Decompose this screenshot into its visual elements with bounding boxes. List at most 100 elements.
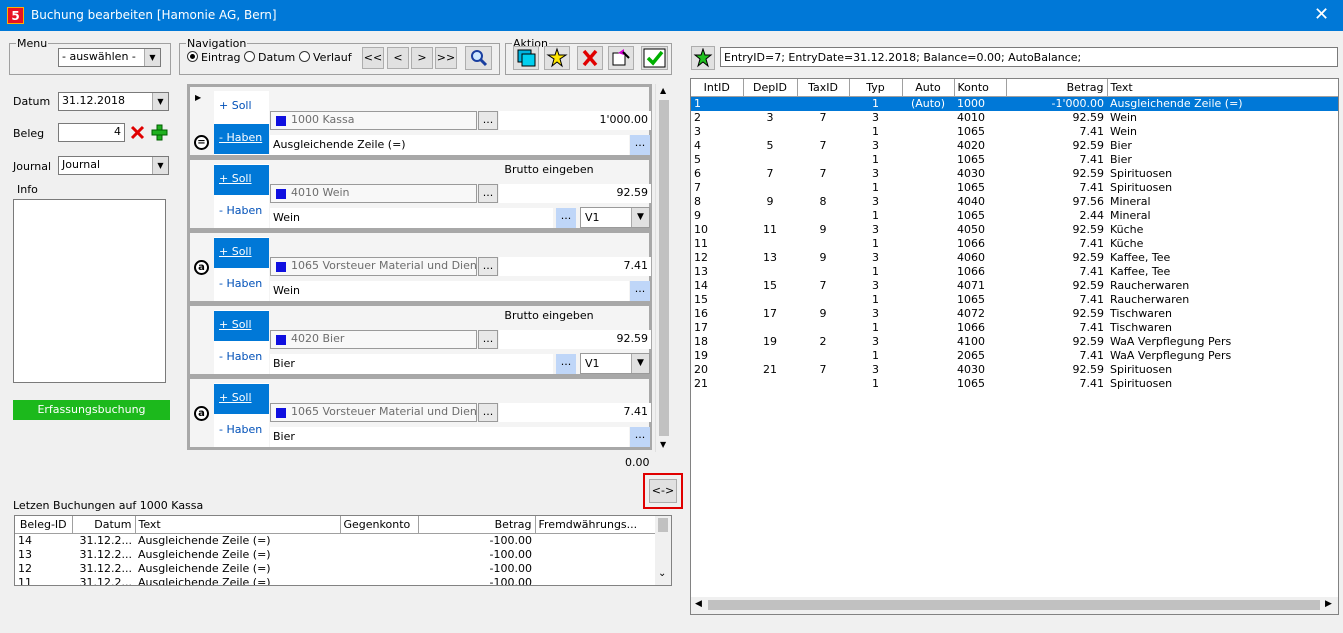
account-lookup-button[interactable]: ... (478, 257, 498, 276)
lines-hscrollbar[interactable]: ◀ ▶ (691, 597, 1338, 614)
column-header[interactable]: Text (135, 516, 341, 534)
table-row[interactable]: 4 5 7 3 4020 92.59 Bier (691, 139, 1338, 153)
credit-button[interactable]: - Haben (214, 197, 269, 227)
table-row[interactable]: 12 13 9 3 4060 92.59 Kaffee, Tee (691, 251, 1338, 265)
info-textarea[interactable] (13, 199, 166, 383)
date-picker[interactable]: 31.12.2018 ▼ (58, 92, 169, 111)
entries-scrollbar[interactable]: ▲ ▼ (655, 84, 672, 452)
credit-button[interactable]: - Haben (214, 124, 269, 154)
table-row[interactable]: 13 1 1066 7.41 Kaffee, Tee (691, 265, 1338, 279)
credit-button[interactable]: - Haben (214, 416, 269, 446)
table-row[interactable]: 16 17 9 3 4072 92.59 Tischwaren (691, 307, 1338, 321)
table-row[interactable]: 14 31.12.2... Ausgleichende Zeile (=) -100.… (15, 533, 655, 548)
journal-select[interactable]: Journal ▼ (58, 156, 169, 175)
column-header[interactable]: IntID (691, 79, 744, 97)
account-lookup-button[interactable]: ... (478, 330, 498, 349)
status-text-field[interactable]: EntryID=7; EntryDate=31.12.2018; Balance… (720, 47, 1338, 67)
delete-entry-button[interactable] (577, 46, 603, 70)
table-row[interactable]: 12 31.12.2... Ausgleichende Zeile (=) -100.… (15, 562, 655, 576)
credit-button[interactable]: - Haben (214, 270, 269, 300)
balance-button[interactable] (691, 46, 715, 70)
close-button[interactable]: ✕ (1300, 0, 1343, 31)
scroll-up-icon[interactable]: ▲ (660, 86, 666, 95)
amount-field[interactable]: 1'000.00 (499, 111, 651, 130)
table-row[interactable]: 18 19 2 3 4100 92.59 WaA Verpflegung Pers (691, 335, 1338, 349)
nav-first-button[interactable]: << (362, 47, 384, 69)
entries-scroll-thumb[interactable] (659, 100, 669, 436)
column-header[interactable]: Fremdwährungs... (535, 516, 656, 534)
amount-field[interactable]: 7.41 (499, 403, 651, 422)
radio-date[interactable]: Datum (244, 51, 295, 64)
debit-button[interactable]: + Soll (214, 92, 269, 122)
amount-field[interactable]: 92.59 (499, 184, 651, 203)
tax-code-select[interactable]: V1 ▼ (580, 353, 650, 374)
new-entry-button[interactable] (544, 46, 570, 70)
recent-scrollbar[interactable]: ⌄ (655, 516, 671, 585)
table-row[interactable]: 20 21 7 3 4030 92.59 Spirituosen (691, 363, 1338, 377)
recent-list[interactable]: Beleg-ID Datum Text Gegenkonto Betrag Fremdwä… (14, 515, 672, 586)
search-button[interactable] (465, 46, 492, 70)
debit-button[interactable]: + Soll (214, 311, 269, 341)
nav-next-button[interactable]: > (411, 47, 433, 69)
description-field[interactable]: Bier (270, 427, 629, 447)
description-lookup-button[interactable]: ... (630, 427, 650, 447)
column-header[interactable]: TaxID (797, 79, 850, 97)
table-row[interactable]: 6 7 7 3 4030 92.59 Spirituosen (691, 167, 1338, 181)
column-header[interactable]: Betrag (1006, 79, 1108, 97)
column-header[interactable]: Datum (72, 516, 136, 534)
nav-prev-button[interactable]: < (387, 47, 409, 69)
clear-doc-button[interactable] (129, 123, 146, 142)
table-row[interactable]: 5 1 1065 7.41 Bier (691, 153, 1338, 167)
table-row[interactable]: 17 1 1066 7.41 Tischwaren (691, 321, 1338, 335)
column-header[interactable]: Konto (954, 79, 1007, 97)
table-row[interactable]: 1 1 (Auto) 1000 -1'000.00 Ausgleichende Zeile… (691, 96, 1338, 111)
record-entry-button[interactable]: Erfassungsbuchung (13, 400, 170, 420)
debit-button[interactable]: + Soll (214, 384, 269, 414)
save-entry-button[interactable] (641, 46, 668, 70)
column-header[interactable]: Gegenkonto (340, 516, 419, 534)
table-row[interactable]: 10 11 9 3 4050 92.59 Küche (691, 223, 1338, 237)
add-doc-button[interactable] (150, 123, 169, 142)
copy-entry-button[interactable] (513, 46, 539, 70)
description-lookup-button[interactable]: ... (556, 208, 576, 228)
table-row[interactable]: 8 9 8 3 4040 97.56 Mineral (691, 195, 1338, 209)
column-header[interactable]: Beleg-ID (15, 516, 73, 534)
swap-button[interactable]: <-> (649, 479, 677, 503)
export-entry-button[interactable] (608, 46, 634, 70)
account-field[interactable]: 4020 Bier (270, 330, 477, 349)
amount-field[interactable]: 92.59 (499, 330, 651, 349)
menu-select[interactable]: - auswählen - ▼ (58, 48, 161, 67)
description-field[interactable]: Wein (270, 281, 629, 301)
table-row[interactable]: 3 1 1065 7.41 Wein (691, 125, 1338, 139)
account-field[interactable]: 1065 Vorsteuer Material und Dienstelst (270, 257, 477, 276)
table-row[interactable]: 9 1 1065 2.44 Mineral (691, 209, 1338, 223)
doc-number-field[interactable]: 4 (58, 123, 125, 142)
table-row[interactable]: 11 1 1066 7.41 Küche (691, 237, 1338, 251)
description-field[interactable]: Ausgleichende Zeile (=) (270, 135, 629, 155)
recent-scroll-thumb[interactable] (658, 518, 668, 532)
amount-field[interactable]: 7.41 (499, 257, 651, 276)
table-row[interactable]: 11 31.12.2... Ausgleichende Zeile (=) -100.… (15, 576, 655, 586)
tax-code-select[interactable]: V1 ▼ (580, 207, 650, 228)
lines-grid[interactable]: IntID DepID TaxID Typ Auto Konto Betrag Text 11… (690, 78, 1339, 615)
title-bar[interactable]: 5 Buchung bearbeiten [Hamonie AG, Bern] … (0, 0, 1343, 31)
table-row[interactable]: 21 1 1065 7.41 Spirituosen (691, 377, 1338, 391)
account-lookup-button[interactable]: ... (478, 184, 498, 203)
column-header[interactable]: DepID (743, 79, 798, 97)
column-header[interactable]: Typ (849, 79, 903, 97)
description-field[interactable]: Bier (270, 354, 553, 374)
description-lookup-button[interactable]: ... (630, 135, 650, 155)
table-row[interactable]: 15 1 1065 7.41 Raucherwaren (691, 293, 1338, 307)
credit-button[interactable]: - Haben (214, 343, 269, 373)
table-row[interactable]: 19 1 2065 7.41 WaA Verpflegung Pers (691, 349, 1338, 363)
column-header[interactable]: Text (1107, 79, 1338, 97)
nav-last-button[interactable]: >> (435, 47, 457, 69)
scroll-down-icon[interactable]: ▼ (660, 440, 666, 449)
chevron-down-icon[interactable]: ⌄ (658, 568, 666, 579)
scroll-left-icon[interactable]: ◀ (695, 599, 702, 609)
table-row[interactable]: 13 31.12.2... Ausgleichende Zeile (=) -100.… (15, 548, 655, 562)
table-row[interactable]: 7 1 1065 7.41 Spirituosen (691, 181, 1338, 195)
column-header[interactable]: Auto (902, 79, 955, 97)
table-row[interactable]: 2 3 7 3 4010 92.59 Wein (691, 111, 1338, 125)
column-header[interactable]: Betrag (418, 516, 536, 534)
